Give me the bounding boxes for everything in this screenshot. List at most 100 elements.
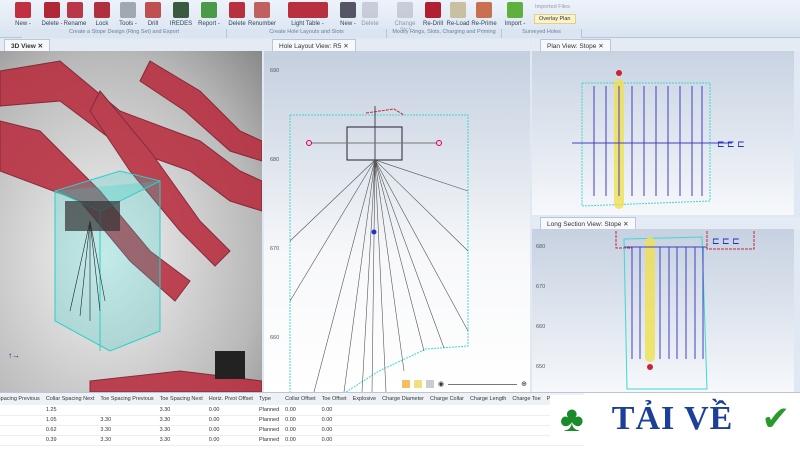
- table-cell[interactable]: [466, 425, 510, 436]
- table-cell[interactable]: [0, 435, 43, 446]
- table-cell[interactable]: [379, 415, 428, 426]
- table-cell[interactable]: [509, 405, 544, 416]
- table-cell[interactable]: 0.00: [205, 415, 256, 426]
- column-header[interactable]: Spacing Previous: [0, 393, 43, 405]
- table-cell[interactable]: 1.05: [42, 415, 98, 426]
- tab-long-section[interactable]: Long Section View: Stope ✕: [540, 217, 636, 229]
- column-header[interactable]: Toe Spacing Previous: [97, 393, 157, 405]
- table-cell[interactable]: 0.39: [42, 435, 98, 446]
- tab-3d-view[interactable]: 3D View ✕: [4, 39, 51, 51]
- table-cell[interactable]: 0.00: [318, 425, 350, 436]
- table-cell[interactable]: [427, 405, 467, 416]
- import-button[interactable]: Import -: [500, 2, 530, 27]
- new-button[interactable]: New -: [8, 2, 38, 27]
- table-cell[interactable]: Planned: [255, 415, 283, 426]
- table-cell[interactable]: 0.00: [318, 415, 350, 426]
- table-cell[interactable]: 0.00: [282, 415, 319, 426]
- table-cell[interactable]: [427, 415, 467, 426]
- overlay-plan-button[interactable]: Overlay Plan: [534, 14, 576, 24]
- table-cell[interactable]: 0.00: [205, 425, 256, 436]
- table-cell[interactable]: [509, 415, 544, 426]
- table-cell[interactable]: [509, 425, 544, 436]
- re-prime-button[interactable]: Re-Prime: [469, 2, 499, 27]
- pan-tool-icon[interactable]: [402, 380, 410, 388]
- iredes-button[interactable]: IREDES: [166, 2, 196, 27]
- column-header[interactable]: Toe Spacing Next: [156, 393, 206, 405]
- long-section-canvas[interactable]: 680 670 660 650 ⊏ ⊏ ⊏: [532, 229, 794, 392]
- column-header[interactable]: Charge Length: [466, 393, 510, 405]
- delete-slot-button[interactable]: Delete: [355, 2, 385, 27]
- view-cube[interactable]: [215, 351, 245, 379]
- hole-layout-canvas[interactable]: 690 680 670 660 ◉ ⊕: [264, 51, 530, 392]
- table-cell[interactable]: [379, 425, 428, 436]
- column-header[interactable]: Horiz. Pivot Offset: [205, 393, 256, 405]
- table-cell[interactable]: [427, 425, 467, 436]
- table-cell[interactable]: 0.00: [282, 435, 319, 446]
- plan-view-canvas[interactable]: ⊏ ⊏ ⊏: [532, 51, 794, 215]
- table-cell[interactable]: [466, 415, 510, 426]
- table-cell[interactable]: [349, 425, 380, 436]
- table-cell[interactable]: 1.25: [42, 405, 98, 416]
- table-cell[interactable]: [466, 405, 510, 416]
- zoom-in-icon[interactable]: ⊕: [521, 380, 527, 388]
- table-cell[interactable]: 3.30: [156, 425, 206, 436]
- print-icon[interactable]: [426, 380, 434, 388]
- table-cell[interactable]: 0.00: [282, 425, 319, 436]
- table-cell[interactable]: 3.30: [156, 415, 206, 426]
- table-cell[interactable]: 3.30: [97, 435, 157, 446]
- column-header[interactable]: Charge Toe: [509, 393, 544, 405]
- table-cell[interactable]: 0.00: [282, 405, 319, 416]
- renumber-button[interactable]: Renumber: [247, 2, 277, 27]
- close-icon[interactable]: ✕: [623, 221, 628, 228]
- close-icon[interactable]: ✕: [598, 43, 603, 50]
- table-cell[interactable]: 0.00: [318, 405, 350, 416]
- table-cell[interactable]: 0.00: [318, 435, 350, 446]
- table-cell[interactable]: Planned: [255, 425, 283, 436]
- table-cell[interactable]: [0, 405, 43, 416]
- table-cell[interactable]: [509, 435, 544, 446]
- table-cell[interactable]: [0, 425, 43, 436]
- column-header[interactable]: Explosive: [349, 393, 380, 405]
- table-cell[interactable]: [379, 405, 428, 416]
- tab-hole-layout[interactable]: Hole Layout View: R5 ✕: [272, 39, 356, 51]
- light-table-button[interactable]: Light Table -: [285, 2, 330, 27]
- table-row[interactable]: 0.39 3.30 3.30 0.00 Planned 0.00 0.00: [0, 435, 585, 446]
- zoom-slider[interactable]: [448, 383, 518, 385]
- column-header[interactable]: Collar Spacing Next: [42, 393, 98, 405]
- eye-icon[interactable]: ◉: [438, 380, 444, 388]
- drill-button[interactable]: Drill: [138, 2, 168, 27]
- table-cell[interactable]: [97, 405, 157, 416]
- imported-files-button[interactable]: Imported Files: [535, 4, 570, 10]
- table-cell[interactable]: Planned: [255, 405, 283, 416]
- column-header[interactable]: Collar Offset: [282, 393, 319, 405]
- tab-plan-view[interactable]: Plan View: Stope ✕: [540, 39, 611, 51]
- table-cell[interactable]: Planned: [255, 435, 283, 446]
- column-header[interactable]: Toe Offset: [318, 393, 350, 405]
- table-row[interactable]: 0.62 3.30 3.30 0.00 Planned 0.00 0.00: [0, 425, 585, 436]
- table-cell[interactable]: 3.30: [156, 405, 206, 416]
- table-cell[interactable]: [427, 435, 467, 446]
- close-icon[interactable]: ✕: [38, 43, 43, 50]
- table-cell[interactable]: [349, 405, 380, 416]
- table-cell[interactable]: [349, 415, 380, 426]
- table-cell[interactable]: 3.30: [97, 415, 157, 426]
- table-cell[interactable]: [379, 435, 428, 446]
- table-cell[interactable]: 3.30: [156, 435, 206, 446]
- 3d-view-canvas[interactable]: ↑→: [0, 51, 262, 392]
- column-header[interactable]: Charge Collar: [427, 393, 467, 405]
- rename-button[interactable]: Rename: [60, 2, 90, 27]
- column-header[interactable]: Type: [255, 393, 283, 405]
- table-cell[interactable]: 3.30: [97, 425, 157, 436]
- table-row[interactable]: 1.25 3.30 0.00 Planned 0.00 0.00: [0, 405, 585, 416]
- table-cell[interactable]: [349, 435, 380, 446]
- table-cell[interactable]: 0.00: [205, 405, 256, 416]
- table-cell[interactable]: [0, 415, 43, 426]
- column-header[interactable]: Charge Diameter: [379, 393, 428, 405]
- report-button[interactable]: Report -: [194, 2, 224, 27]
- close-icon[interactable]: ✕: [343, 43, 348, 50]
- select-tool-icon[interactable]: [414, 380, 422, 388]
- table-cell[interactable]: [466, 435, 510, 446]
- table-row[interactable]: 1.05 3.30 3.30 0.00 Planned 0.00 0.00: [0, 415, 585, 426]
- table-cell[interactable]: 0.00: [205, 435, 256, 446]
- table-cell[interactable]: 0.62: [42, 425, 98, 436]
